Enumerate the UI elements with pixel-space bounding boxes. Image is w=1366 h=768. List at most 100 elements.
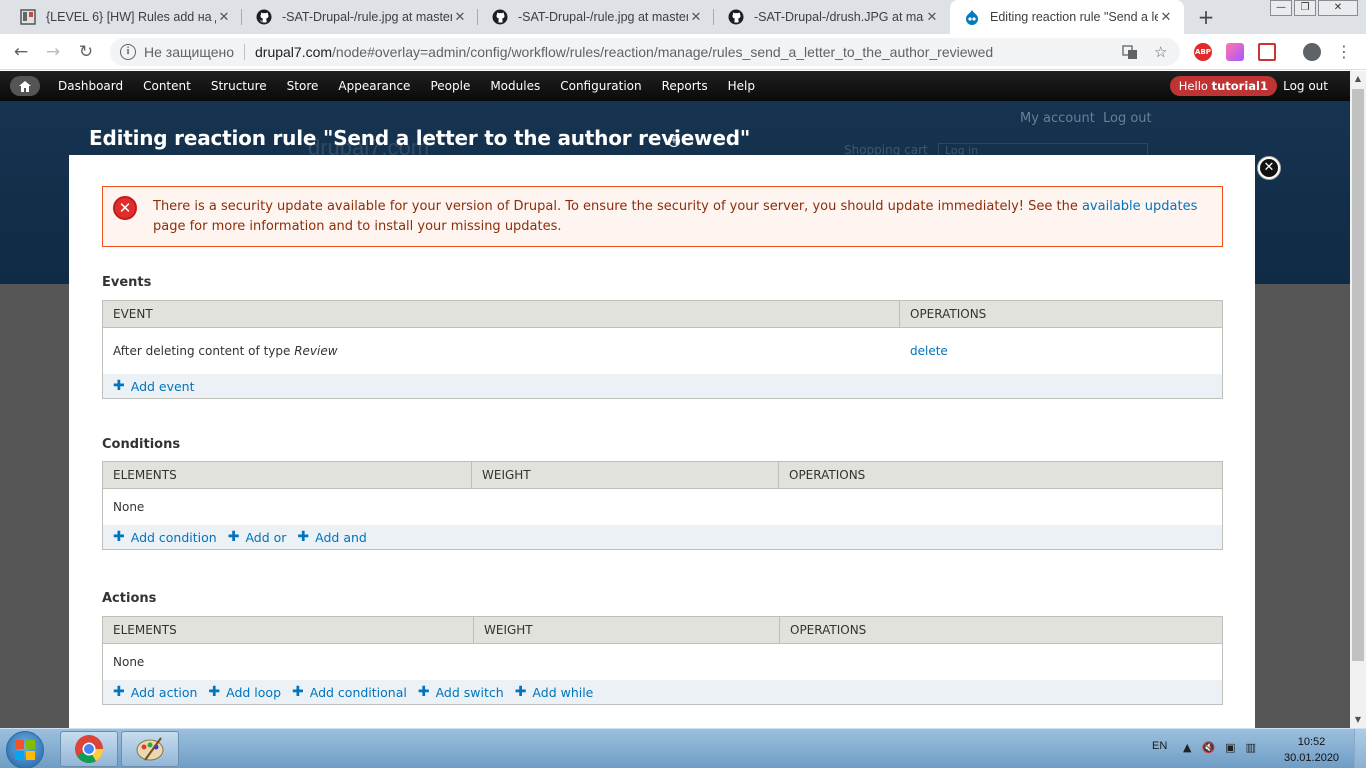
menu-store[interactable]: Store xyxy=(277,79,329,93)
menu-reports[interactable]: Reports xyxy=(652,79,718,93)
power-icon[interactable]: ▥ xyxy=(1246,741,1256,754)
address-bar[interactable]: i Не защищено drupal7.com/node#overlay=a… xyxy=(110,38,1180,66)
forward-icon[interactable]: → xyxy=(42,42,64,62)
events-add-bar: ✚ Add event xyxy=(103,374,1222,398)
menu-modules[interactable]: Modules xyxy=(480,79,550,93)
add-while-link[interactable]: ✚ Add while xyxy=(515,684,594,700)
browser-tab-1[interactable]: {LEVEL 6} [HW] Rules add на дос ✕ xyxy=(6,0,242,34)
tab-title: -SAT-Drupal-/rule.jpg at master xyxy=(282,10,452,24)
windows-taskbar: EN ▲ 🔇 ▣ ▥ 10:52 30.01.2020 xyxy=(0,728,1366,768)
extension-shield-icon[interactable] xyxy=(1258,43,1276,61)
taskbar-paint[interactable] xyxy=(121,731,179,767)
adblock-icon[interactable]: ABP xyxy=(1194,43,1212,61)
browser-tab-2[interactable]: -SAT-Drupal-/rule.jpg at master ✕ xyxy=(242,0,478,34)
plus-icon: ✚ xyxy=(208,684,221,700)
hello-user-badge[interactable]: Hello tutorial1 xyxy=(1169,76,1277,96)
menu-content[interactable]: Content xyxy=(133,79,201,93)
tab-close-icon[interactable]: ✕ xyxy=(688,10,704,25)
tab-close-icon[interactable]: ✕ xyxy=(924,10,940,25)
delete-event-link[interactable]: delete xyxy=(910,344,948,358)
minimize-icon[interactable]: — xyxy=(1270,0,1292,16)
translate-icon[interactable] xyxy=(1122,38,1138,66)
browser-toolbar: ← → ↻ i Не защищено drupal7.com/node#ove… xyxy=(0,34,1366,70)
add-and-link[interactable]: ✚ Add and xyxy=(297,529,366,545)
plus-icon: ✚ xyxy=(227,529,240,545)
menu-appearance[interactable]: Appearance xyxy=(328,79,420,93)
browser-tab-3[interactable]: -SAT-Drupal-/rule.jpg at master ✕ xyxy=(478,0,714,34)
language-indicator[interactable]: EN xyxy=(1152,740,1167,752)
browser-tab-5[interactable]: Editing reaction rule "Send a lett ✕ xyxy=(950,0,1184,34)
scroll-down-arrow-icon[interactable]: ▼ xyxy=(1350,712,1366,728)
paint-icon xyxy=(136,737,164,761)
scroll-up-arrow-icon[interactable]: ▲ xyxy=(1350,71,1366,87)
reload-icon[interactable]: ↻ xyxy=(75,42,97,62)
tab-close-icon[interactable]: ✕ xyxy=(1158,10,1174,25)
menu-help[interactable]: Help xyxy=(718,79,765,93)
clock-date: 30.01.2020 xyxy=(1284,752,1340,764)
add-event-link[interactable]: ✚ Add event xyxy=(113,378,195,394)
tray-expand-icon[interactable]: ▲ xyxy=(1183,741,1191,754)
page-scrollbar[interactable]: ▲ ▼ xyxy=(1350,71,1366,728)
home-icon[interactable] xyxy=(10,76,40,96)
restore-icon[interactable]: ❐ xyxy=(1294,0,1316,16)
menu-dashboard[interactable]: Dashboard xyxy=(48,79,133,93)
plus-icon: ✚ xyxy=(113,684,125,700)
add-loop-link[interactable]: ✚ Add loop xyxy=(208,684,281,700)
show-desktop-button[interactable] xyxy=(1354,729,1366,768)
back-icon[interactable]: ← xyxy=(10,42,32,62)
tab-close-icon[interactable]: ✕ xyxy=(452,10,468,25)
insecure-label[interactable]: Не защищено xyxy=(144,44,245,60)
github-icon xyxy=(728,9,744,25)
windows-logo-icon xyxy=(15,740,35,760)
profile-icon[interactable] xyxy=(1303,43,1321,61)
events-table: EVENT OPERATIONS After deleting content … xyxy=(102,300,1223,399)
tab-title: {LEVEL 6} [HW] Rules add на дос xyxy=(46,10,216,24)
volume-muted-icon[interactable]: 🔇 xyxy=(1201,741,1215,754)
extension-icon[interactable] xyxy=(1226,43,1244,61)
table-row: None xyxy=(103,489,1222,525)
add-switch-link[interactable]: ✚ Add switch xyxy=(418,684,504,700)
menu-people[interactable]: People xyxy=(420,79,480,93)
message-text: There is a security update available for… xyxy=(153,199,1082,214)
page-title: Editing reaction rule "Send a letter to … xyxy=(89,126,751,150)
hello-prefix: Hello xyxy=(1178,79,1212,93)
system-clock[interactable]: 10:52 30.01.2020 xyxy=(1284,734,1339,766)
error-message: ✕ There is a security update available f… xyxy=(102,186,1223,247)
new-tab-button[interactable]: + xyxy=(1194,4,1218,30)
tab-close-icon[interactable]: ✕ xyxy=(216,10,232,25)
add-shortcut-icon[interactable]: + xyxy=(668,135,680,147)
overlay-close-button[interactable]: ✕ xyxy=(1258,157,1280,179)
start-button[interactable] xyxy=(6,731,44,768)
plus-icon: ✚ xyxy=(292,684,304,700)
conditions-heading: Conditions xyxy=(102,437,181,452)
table-header: EVENT OPERATIONS xyxy=(103,301,1222,328)
network-icon[interactable]: ▣ xyxy=(1225,741,1235,754)
add-action-link[interactable]: ✚ Add action xyxy=(113,684,197,700)
table-row: None xyxy=(103,644,1222,680)
col-weight: WEIGHT xyxy=(474,617,780,643)
window-close-icon[interactable]: ✕ xyxy=(1318,0,1358,16)
info-icon[interactable]: i xyxy=(120,44,136,60)
hello-username: tutorial1 xyxy=(1211,79,1268,93)
scrollbar-thumb[interactable] xyxy=(1352,89,1364,661)
plus-icon: ✚ xyxy=(113,378,125,394)
url-text[interactable]: drupal7.com/node#overlay=admin/config/wo… xyxy=(255,44,993,60)
empty-cell: None xyxy=(113,655,145,669)
col-event: EVENT xyxy=(103,301,900,327)
col-operations: OPERATIONS xyxy=(790,623,867,637)
menu-structure[interactable]: Structure xyxy=(201,79,277,93)
event-type: Review xyxy=(294,344,338,358)
bookmark-star-icon[interactable]: ☆ xyxy=(1154,38,1167,66)
add-conditional-link[interactable]: ✚ Add conditional xyxy=(292,684,407,700)
admin-toolbar: Dashboard Content Structure Store Appear… xyxy=(0,71,1350,101)
github-icon xyxy=(492,9,508,25)
add-condition-link[interactable]: ✚ Add condition xyxy=(113,529,217,545)
taskbar-chrome[interactable] xyxy=(60,731,118,767)
logout-link[interactable]: Log out xyxy=(1283,79,1328,93)
add-or-link[interactable]: ✚ Add or xyxy=(228,529,287,545)
available-updates-link[interactable]: available updates xyxy=(1082,199,1197,214)
site-my-account-link: My account xyxy=(1020,111,1095,126)
menu-dots-icon[interactable]: ⋮ xyxy=(1333,42,1355,62)
menu-configuration[interactable]: Configuration xyxy=(550,79,651,93)
browser-tab-4[interactable]: -SAT-Drupal-/drush.JPG at mast ✕ xyxy=(714,0,950,34)
